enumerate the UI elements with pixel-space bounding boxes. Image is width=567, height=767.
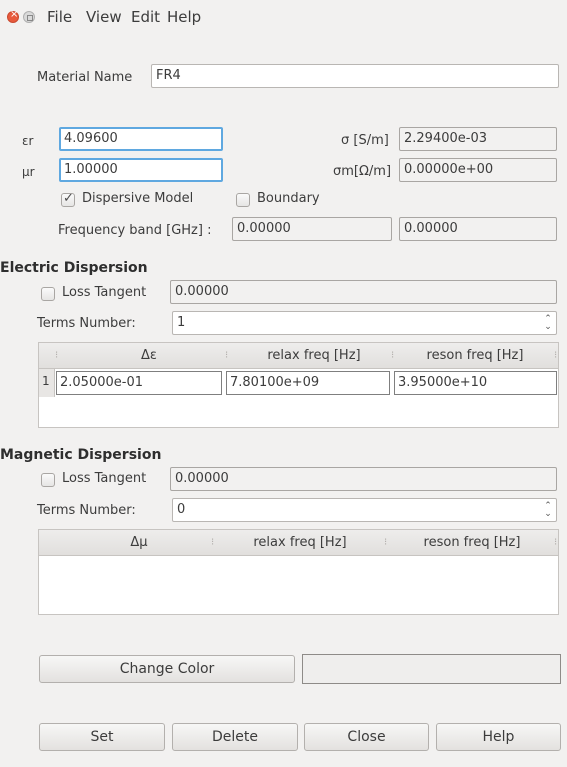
window-close-icon[interactable] <box>7 9 19 23</box>
electric-loss-tangent-label: Loss Tangent <box>62 285 147 300</box>
epsilon-r-label: εr <box>22 134 34 148</box>
sigma-m-input[interactable]: 0.00000e+00 <box>399 158 557 182</box>
electric-terms-label: Terms Number: <box>37 316 136 331</box>
menu-bar: File View Edit Help <box>0 0 567 34</box>
column-separator-icon: ⁝ <box>384 537 388 548</box>
magnetic-table-header: Δμ ⁝ relax freq [Hz] ⁝ reson freq [Hz] ⁝ <box>39 530 558 556</box>
electric-dispersion-table: ⁝ Δε ⁝ relax freq [Hz] ⁝ reson freq [Hz]… <box>38 342 559 428</box>
delete-button[interactable]: Delete <box>172 723 298 751</box>
close-button[interactable]: Close <box>304 723 429 751</box>
electric-terms-spinbox[interactable]: 1 ⌃ ⌄ <box>172 311 557 335</box>
magnetic-terms-value: 0 <box>177 502 186 517</box>
sigma-label: σ [S/m] <box>341 133 389 148</box>
frequency-band-high-input[interactable]: 0.00000 <box>399 217 557 241</box>
table-cell-delta-eps[interactable]: 2.05000e-01 <box>56 371 222 395</box>
menu-edit[interactable]: Edit <box>131 8 160 26</box>
column-separator-icon: ⁝ <box>225 350 229 361</box>
column-separator-icon: ⁝ <box>391 350 395 361</box>
column-separator-icon: ⁝ <box>554 537 558 548</box>
frequency-band-label: Frequency band [GHz] : <box>58 223 212 238</box>
help-button[interactable]: Help <box>436 723 561 751</box>
electric-col-delta-eps[interactable]: Δε <box>59 348 239 363</box>
frequency-band-low-input[interactable]: 0.00000 <box>232 217 392 241</box>
spin-arrows-icon[interactable]: ⌃ ⌄ <box>543 315 553 332</box>
magnetic-dispersion-table: Δμ ⁝ relax freq [Hz] ⁝ reson freq [Hz] ⁝ <box>38 529 559 615</box>
sigma-m-label: σm[Ω/m] <box>333 164 392 179</box>
magnetic-terms-spinbox[interactable]: 0 ⌃ ⌄ <box>172 498 557 522</box>
sigma-input[interactable]: 2.29400e-03 <box>399 127 557 151</box>
menu-file[interactable]: File <box>47 8 72 26</box>
dispersive-model-label: Dispersive Model <box>82 191 194 206</box>
electric-col-relax-freq[interactable]: relax freq [Hz] <box>229 348 399 363</box>
menu-view[interactable]: View <box>86 8 122 26</box>
boundary-label: Boundary <box>257 191 320 206</box>
magnetic-loss-tangent-label: Loss Tangent <box>62 471 147 486</box>
mu-r-label: μr <box>22 165 35 179</box>
magnetic-loss-tangent-checkbox[interactable] <box>41 473 55 487</box>
magnetic-dispersion-title: Magnetic Dispersion <box>0 447 162 463</box>
dispersive-model-checkbox[interactable] <box>61 191 75 207</box>
spin-arrows-icon[interactable]: ⌃ ⌄ <box>543 502 553 519</box>
boundary-checkbox[interactable] <box>236 193 250 207</box>
magnetic-loss-tangent-input[interactable]: 0.00000 <box>170 467 557 491</box>
color-preview-swatch <box>302 654 561 684</box>
electric-loss-tangent-checkbox[interactable] <box>41 287 55 301</box>
electric-loss-tangent-input[interactable]: 0.00000 <box>170 280 557 304</box>
material-name-input[interactable]: FR4 <box>151 64 559 88</box>
magnetic-col-delta-mu[interactable]: Δμ <box>39 535 239 550</box>
window-minimize-icon[interactable] <box>23 11 35 23</box>
mu-r-input[interactable]: 1.00000 <box>59 158 223 182</box>
column-separator-icon: ⁝ <box>55 350 59 361</box>
change-color-button[interactable]: Change Color <box>39 655 295 683</box>
magnetic-col-reson-freq[interactable]: reson freq [Hz] <box>388 535 556 550</box>
column-separator-icon: ⁝ <box>554 350 558 361</box>
table-cell-relax-freq[interactable]: 7.80100e+09 <box>226 371 390 395</box>
magnetic-col-relax-freq[interactable]: relax freq [Hz] <box>215 535 385 550</box>
electric-dispersion-title: Electric Dispersion <box>0 260 148 276</box>
table-row-header[interactable]: 1 <box>39 369 55 397</box>
electric-terms-value: 1 <box>177 315 186 330</box>
set-button[interactable]: Set <box>39 723 165 751</box>
epsilon-r-input[interactable]: 4.09600 <box>59 127 223 151</box>
table-cell-reson-freq[interactable]: 3.95000e+10 <box>394 371 557 395</box>
electric-col-reson-freq[interactable]: reson freq [Hz] <box>395 348 555 363</box>
magnetic-terms-label: Terms Number: <box>37 503 136 518</box>
material-name-label: Material Name <box>37 70 133 85</box>
electric-table-header: ⁝ Δε ⁝ relax freq [Hz] ⁝ reson freq [Hz]… <box>39 343 558 369</box>
menu-help[interactable]: Help <box>167 8 201 26</box>
column-separator-icon: ⁝ <box>211 537 215 548</box>
